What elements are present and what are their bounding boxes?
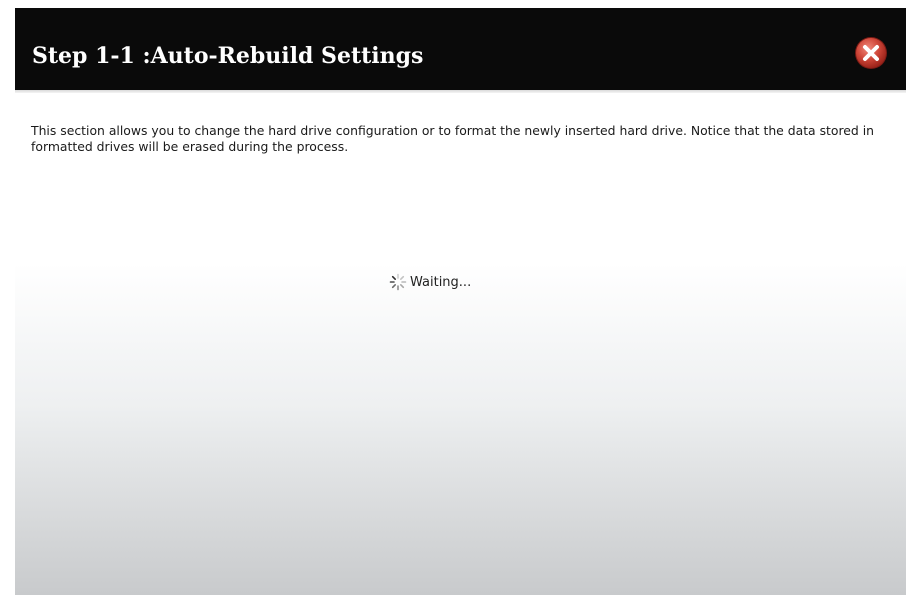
waiting-text: Waiting... [410,274,472,290]
auto-rebuild-dialog: Step 1-1 :Auto-Rebuild Settings This sec… [15,8,906,595]
loading-spinner-icon [389,273,407,291]
dialog-content: This section allows you to change the ha… [15,93,906,595]
dialog-title: Step 1-1 :Auto-Rebuild Settings [32,43,424,69]
section-description: This section allows you to change the ha… [31,123,875,154]
dialog-titlebar: Step 1-1 :Auto-Rebuild Settings [15,8,906,90]
waiting-status: Waiting... [389,272,471,292]
close-icon[interactable] [854,36,888,70]
close-button[interactable] [854,36,888,70]
